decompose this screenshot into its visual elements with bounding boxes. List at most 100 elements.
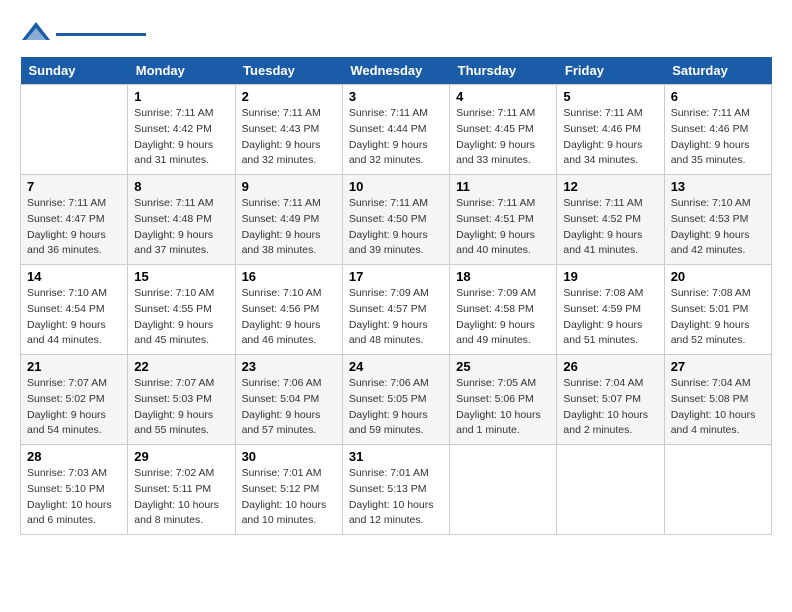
sunrise-text: Sunrise: 7:06 AM: [242, 376, 336, 392]
sunset-text: Sunset: 5:03 PM: [134, 392, 228, 408]
day-number: 5: [563, 89, 657, 104]
sunset-text: Sunset: 4:50 PM: [349, 212, 443, 228]
daylight-text: Daylight: 9 hours and 42 minutes.: [671, 228, 765, 260]
header-sunday: Sunday: [21, 57, 128, 85]
day-number: 29: [134, 449, 228, 464]
calendar-cell: 8 Sunrise: 7:11 AM Sunset: 4:48 PM Dayli…: [128, 175, 235, 265]
header-monday: Monday: [128, 57, 235, 85]
day-number: 1: [134, 89, 228, 104]
logo-icon: [20, 20, 52, 47]
day-info: Sunrise: 7:06 AM Sunset: 5:05 PM Dayligh…: [349, 376, 443, 439]
day-number: 12: [563, 179, 657, 194]
day-info: Sunrise: 7:10 AM Sunset: 4:55 PM Dayligh…: [134, 286, 228, 349]
calendar-cell: 17 Sunrise: 7:09 AM Sunset: 4:57 PM Dayl…: [342, 265, 449, 355]
daylight-text: Daylight: 10 hours and 1 minute.: [456, 408, 550, 440]
calendar-cell: 25 Sunrise: 7:05 AM Sunset: 5:06 PM Dayl…: [450, 355, 557, 445]
sunset-text: Sunset: 4:59 PM: [563, 302, 657, 318]
calendar-cell: 31 Sunrise: 7:01 AM Sunset: 5:13 PM Dayl…: [342, 445, 449, 535]
daylight-text: Daylight: 9 hours and 46 minutes.: [242, 318, 336, 350]
calendar-cell: [557, 445, 664, 535]
sunrise-text: Sunrise: 7:05 AM: [456, 376, 550, 392]
sunrise-text: Sunrise: 7:01 AM: [242, 466, 336, 482]
calendar-cell: 21 Sunrise: 7:07 AM Sunset: 5:02 PM Dayl…: [21, 355, 128, 445]
daylight-text: Daylight: 9 hours and 55 minutes.: [134, 408, 228, 440]
daylight-text: Daylight: 10 hours and 10 minutes.: [242, 498, 336, 530]
sunset-text: Sunset: 4:54 PM: [27, 302, 121, 318]
day-number: 15: [134, 269, 228, 284]
daylight-text: Daylight: 10 hours and 4 minutes.: [671, 408, 765, 440]
header-tuesday: Tuesday: [235, 57, 342, 85]
day-number: 10: [349, 179, 443, 194]
calendar-cell: 14 Sunrise: 7:10 AM Sunset: 4:54 PM Dayl…: [21, 265, 128, 355]
day-info: Sunrise: 7:10 AM Sunset: 4:54 PM Dayligh…: [27, 286, 121, 349]
day-info: Sunrise: 7:07 AM Sunset: 5:03 PM Dayligh…: [134, 376, 228, 439]
daylight-text: Daylight: 9 hours and 54 minutes.: [27, 408, 121, 440]
day-number: 7: [27, 179, 121, 194]
day-info: Sunrise: 7:11 AM Sunset: 4:44 PM Dayligh…: [349, 106, 443, 169]
sunrise-text: Sunrise: 7:06 AM: [349, 376, 443, 392]
day-number: 26: [563, 359, 657, 374]
calendar-table: SundayMondayTuesdayWednesdayThursdayFrid…: [20, 57, 772, 535]
calendar-cell: 5 Sunrise: 7:11 AM Sunset: 4:46 PM Dayli…: [557, 85, 664, 175]
sunrise-text: Sunrise: 7:11 AM: [456, 196, 550, 212]
calendar-week-3: 14 Sunrise: 7:10 AM Sunset: 4:54 PM Dayl…: [21, 265, 772, 355]
daylight-text: Daylight: 9 hours and 48 minutes.: [349, 318, 443, 350]
calendar-cell: 4 Sunrise: 7:11 AM Sunset: 4:45 PM Dayli…: [450, 85, 557, 175]
calendar-week-1: 1 Sunrise: 7:11 AM Sunset: 4:42 PM Dayli…: [21, 85, 772, 175]
day-number: 21: [27, 359, 121, 374]
header-friday: Friday: [557, 57, 664, 85]
sunrise-text: Sunrise: 7:08 AM: [671, 286, 765, 302]
daylight-text: Daylight: 9 hours and 31 minutes.: [134, 138, 228, 170]
calendar-cell: 1 Sunrise: 7:11 AM Sunset: 4:42 PM Dayli…: [128, 85, 235, 175]
calendar-cell: 26 Sunrise: 7:04 AM Sunset: 5:07 PM Dayl…: [557, 355, 664, 445]
sunrise-text: Sunrise: 7:11 AM: [27, 196, 121, 212]
calendar-cell: 16 Sunrise: 7:10 AM Sunset: 4:56 PM Dayl…: [235, 265, 342, 355]
day-info: Sunrise: 7:10 AM Sunset: 4:53 PM Dayligh…: [671, 196, 765, 259]
calendar-cell: 22 Sunrise: 7:07 AM Sunset: 5:03 PM Dayl…: [128, 355, 235, 445]
daylight-text: Daylight: 9 hours and 51 minutes.: [563, 318, 657, 350]
day-number: 6: [671, 89, 765, 104]
calendar-cell: 7 Sunrise: 7:11 AM Sunset: 4:47 PM Dayli…: [21, 175, 128, 265]
page-header: [20, 20, 772, 47]
day-info: Sunrise: 7:05 AM Sunset: 5:06 PM Dayligh…: [456, 376, 550, 439]
sunrise-text: Sunrise: 7:10 AM: [134, 286, 228, 302]
calendar-cell: 12 Sunrise: 7:11 AM Sunset: 4:52 PM Dayl…: [557, 175, 664, 265]
day-info: Sunrise: 7:11 AM Sunset: 4:51 PM Dayligh…: [456, 196, 550, 259]
day-number: 3: [349, 89, 443, 104]
sunset-text: Sunset: 5:08 PM: [671, 392, 765, 408]
sunset-text: Sunset: 4:55 PM: [134, 302, 228, 318]
day-info: Sunrise: 7:11 AM Sunset: 4:49 PM Dayligh…: [242, 196, 336, 259]
calendar-cell: 20 Sunrise: 7:08 AM Sunset: 5:01 PM Dayl…: [664, 265, 771, 355]
daylight-text: Daylight: 9 hours and 49 minutes.: [456, 318, 550, 350]
calendar-cell: 11 Sunrise: 7:11 AM Sunset: 4:51 PM Dayl…: [450, 175, 557, 265]
calendar-cell: 6 Sunrise: 7:11 AM Sunset: 4:46 PM Dayli…: [664, 85, 771, 175]
calendar-cell: [21, 85, 128, 175]
daylight-text: Daylight: 9 hours and 38 minutes.: [242, 228, 336, 260]
sunrise-text: Sunrise: 7:09 AM: [456, 286, 550, 302]
sunrise-text: Sunrise: 7:11 AM: [563, 106, 657, 122]
day-info: Sunrise: 7:11 AM Sunset: 4:46 PM Dayligh…: [671, 106, 765, 169]
sunrise-text: Sunrise: 7:10 AM: [242, 286, 336, 302]
calendar-cell: 24 Sunrise: 7:06 AM Sunset: 5:05 PM Dayl…: [342, 355, 449, 445]
sunrise-text: Sunrise: 7:07 AM: [27, 376, 121, 392]
day-number: 24: [349, 359, 443, 374]
daylight-text: Daylight: 9 hours and 35 minutes.: [671, 138, 765, 170]
day-info: Sunrise: 7:08 AM Sunset: 5:01 PM Dayligh…: [671, 286, 765, 349]
day-number: 8: [134, 179, 228, 194]
day-number: 4: [456, 89, 550, 104]
daylight-text: Daylight: 10 hours and 12 minutes.: [349, 498, 443, 530]
sunset-text: Sunset: 4:44 PM: [349, 122, 443, 138]
day-number: 31: [349, 449, 443, 464]
day-info: Sunrise: 7:09 AM Sunset: 4:58 PM Dayligh…: [456, 286, 550, 349]
sunrise-text: Sunrise: 7:04 AM: [671, 376, 765, 392]
daylight-text: Daylight: 9 hours and 36 minutes.: [27, 228, 121, 260]
sunset-text: Sunset: 5:07 PM: [563, 392, 657, 408]
calendar-cell: 10 Sunrise: 7:11 AM Sunset: 4:50 PM Dayl…: [342, 175, 449, 265]
sunrise-text: Sunrise: 7:10 AM: [671, 196, 765, 212]
sunset-text: Sunset: 5:10 PM: [27, 482, 121, 498]
sunset-text: Sunset: 4:46 PM: [671, 122, 765, 138]
sunrise-text: Sunrise: 7:11 AM: [671, 106, 765, 122]
sunset-text: Sunset: 4:52 PM: [563, 212, 657, 228]
daylight-text: Daylight: 9 hours and 52 minutes.: [671, 318, 765, 350]
daylight-text: Daylight: 9 hours and 59 minutes.: [349, 408, 443, 440]
